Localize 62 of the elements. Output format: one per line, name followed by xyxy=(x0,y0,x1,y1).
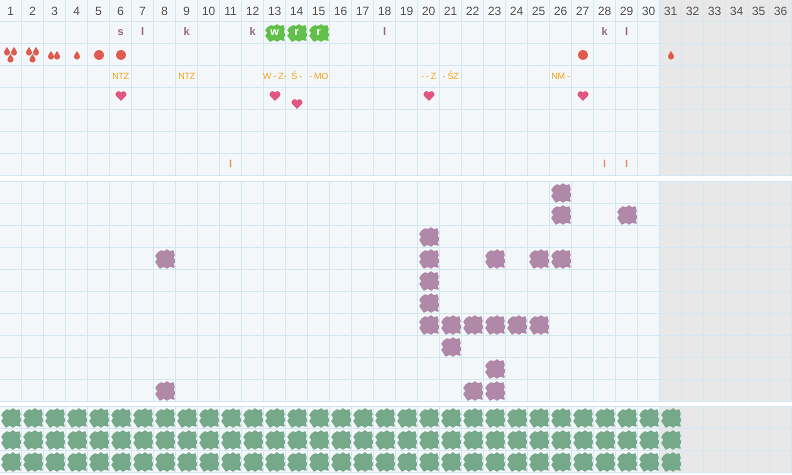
letter-mark: k xyxy=(249,27,256,38)
day-label: 35 xyxy=(748,0,770,22)
heart-icon xyxy=(114,91,126,101)
day-label: 32 xyxy=(682,0,704,22)
day-label: 13 xyxy=(264,0,286,22)
day-label: 23 xyxy=(484,0,506,22)
day-label: 17 xyxy=(352,0,374,22)
heart-icon xyxy=(576,91,588,101)
day-label: 20 xyxy=(418,0,440,22)
day-label: 12 xyxy=(242,0,264,22)
note-text: Ś - xyxy=(291,72,302,81)
day-label: 25 xyxy=(528,0,550,22)
letter-mark: l xyxy=(229,160,232,170)
note-text: NM - xyxy=(551,72,570,81)
letter-mark: l xyxy=(603,160,606,170)
letter-mark: l xyxy=(382,27,386,38)
day-label: 33 xyxy=(704,0,726,22)
day-label: 8 xyxy=(154,0,176,22)
letter-mark: s xyxy=(117,27,124,38)
heart-icon xyxy=(268,91,280,101)
note-text: NTZ xyxy=(178,72,195,81)
day-label: 29 xyxy=(616,0,638,22)
day-label: 21 xyxy=(440,0,462,22)
day-label: 18 xyxy=(374,0,396,22)
day-label: 28 xyxy=(594,0,616,22)
letter-mark: l xyxy=(140,27,144,38)
day-label: 10 xyxy=(198,0,220,22)
letter-mark: k xyxy=(601,27,608,38)
note-text: NTZ xyxy=(112,72,129,81)
day-label: 3 xyxy=(44,0,66,22)
letter-badge: w xyxy=(264,24,284,42)
day-label: 36 xyxy=(770,0,792,22)
day-label: 11 xyxy=(220,0,242,22)
day-label: 4 xyxy=(66,0,88,22)
day-label: 16 xyxy=(330,0,352,22)
note-text: - ŚZ xyxy=(442,72,458,81)
letter-mark: k xyxy=(183,27,190,38)
note-text: W - Z- xyxy=(262,72,286,81)
day-label: 15 xyxy=(308,0,330,22)
letter-badge: r xyxy=(286,24,306,42)
day-label: 27 xyxy=(572,0,594,22)
day-label: 5 xyxy=(88,0,110,22)
day-label: 24 xyxy=(506,0,528,22)
day-label: 9 xyxy=(176,0,198,22)
letter-mark: l xyxy=(625,160,628,170)
day-label: 1 xyxy=(0,0,22,22)
day-label: 6 xyxy=(110,0,132,22)
letter-badge: r xyxy=(308,24,328,42)
heart-icon xyxy=(422,91,434,101)
heart-icon xyxy=(290,99,302,109)
day-label: 7 xyxy=(132,0,154,22)
day-label: 34 xyxy=(726,0,748,22)
note-text: - MO xyxy=(309,72,328,81)
day-label: 19 xyxy=(396,0,418,22)
day-label: 22 xyxy=(462,0,484,22)
day-label: 30 xyxy=(638,0,660,22)
day-label: 14 xyxy=(286,0,308,22)
day-label: 31 xyxy=(660,0,682,22)
day-label: 2 xyxy=(22,0,44,22)
day-label: 26 xyxy=(550,0,572,22)
note-text: - - Z xyxy=(421,72,436,81)
letter-mark: l xyxy=(624,27,628,38)
